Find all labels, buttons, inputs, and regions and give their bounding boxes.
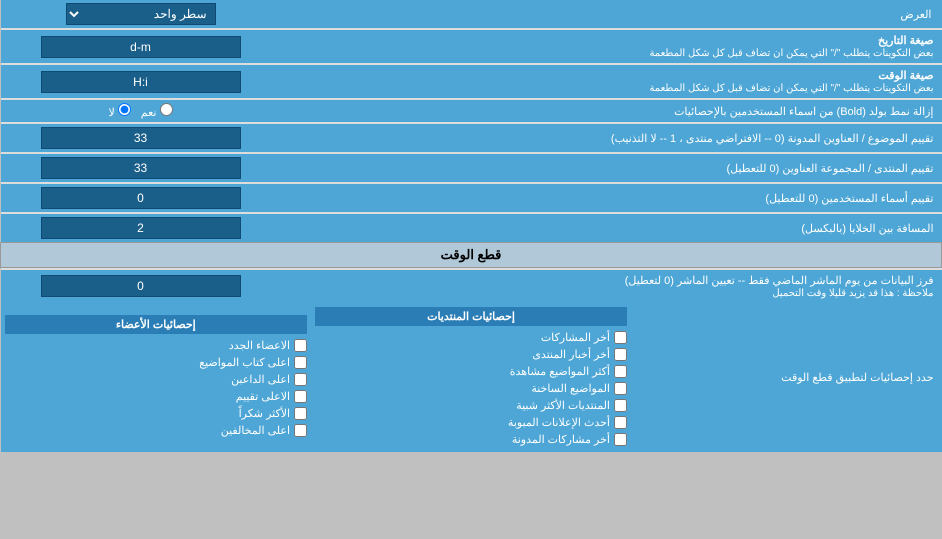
cb-posts-5[interactable] (614, 399, 627, 412)
cb-members-5[interactable] (294, 407, 307, 420)
forum-order-label: تقييم المنتدى / المجموعة العناوين (0 للت… (281, 154, 942, 182)
date-format-label: صيغة التاريخ بعض التكوينات يتطلب "/" الت… (281, 30, 942, 63)
topic-order-input-cell: 33 (1, 124, 281, 152)
user-order-input[interactable]: 0 (41, 187, 241, 209)
forum-order-input-cell: 33 (1, 154, 281, 182)
checkbox-posts-1: أخر المشاركات (315, 329, 627, 346)
cb-posts-3[interactable] (614, 365, 627, 378)
cb-posts-4[interactable] (614, 382, 627, 395)
stats-posts-header: إحصائيات المنتديات (315, 307, 627, 326)
radio-yes-label: نعم (141, 103, 173, 119)
stats-members-header: إحصائيات الأعضاء (5, 315, 308, 334)
cb-posts-7[interactable] (614, 433, 627, 446)
cb-posts-6[interactable] (614, 416, 627, 429)
topic-order-label: تقييم الموضوع / العناوين المدونة (0 -- ا… (281, 124, 942, 152)
checkbox-posts-4: المواضيع الساخنة (315, 380, 627, 397)
time-format-label: صيغة الوقت بعض التكوينات يتطلب "/" التي … (281, 65, 942, 98)
checkbox-posts-3: أكثر المواضيع مشاهدة (315, 363, 627, 380)
radio-no[interactable] (118, 103, 131, 116)
checkbox-posts-6: أحدث الإعلانات المبوبة (315, 414, 627, 431)
cb-members-3[interactable] (294, 373, 307, 386)
radio-no-label: لا (108, 103, 130, 119)
cutoff-value-input-cell: 0 (1, 270, 281, 303)
checkbox-members-3: اعلى الداعبن (5, 371, 308, 388)
user-order-label: تقييم أسماء المستخدمين (0 للتعطيل) (281, 184, 942, 212)
bold-remove-label: إزالة نمط بولد (Bold) من اسماء المستخدمي… (281, 100, 942, 122)
checkbox-members-2: اعلى كتاب المواضيع (5, 354, 308, 371)
checkbox-members-5: الأكثر شكراً (5, 405, 308, 422)
cb-members-1[interactable] (294, 339, 307, 352)
topic-order-input[interactable]: 33 (41, 127, 241, 149)
user-order-input-cell: 0 (1, 184, 281, 212)
cell-spacing-input-cell: 2 (1, 214, 281, 243)
date-format-input[interactable]: d-m (41, 36, 241, 58)
forum-order-input[interactable]: 33 (41, 157, 241, 179)
cb-posts-1[interactable] (614, 331, 627, 344)
stats-posts-col: إحصائيات المنتديات أخر المشاركات أخر أخب… (311, 303, 631, 452)
checkbox-members-6: اعلى المخالفين (5, 422, 308, 439)
cutoff-value-label: فرز البيانات من يوم الماشر الماضي فقط --… (281, 270, 942, 303)
checkbox-members-1: الاعضاء الجدد (5, 337, 308, 354)
cell-spacing-input[interactable]: 2 (41, 217, 241, 239)
row-select[interactable]: سطر واحد (66, 3, 216, 25)
section-title: العرض (281, 0, 942, 28)
cb-posts-2[interactable] (614, 348, 627, 361)
cutoff-value-input[interactable]: 0 (41, 275, 241, 297)
cb-members-4[interactable] (294, 390, 307, 403)
radio-yes[interactable] (160, 103, 173, 116)
bold-remove-radio-cell: نعم لا (1, 100, 281, 122)
cb-members-6[interactable] (294, 424, 307, 437)
cb-members-2[interactable] (294, 356, 307, 369)
checkbox-posts-7: أخر مشاركات المدونة (315, 431, 627, 448)
date-format-input-cell: d-m (1, 30, 281, 63)
checkbox-posts-5: المنتديات الأكثر شبية (315, 397, 627, 414)
stats-limit-label: حدد إحصائيات لتطبيق قطع الوقت (631, 303, 942, 452)
stats-members-col: إحصائيات الأعضاء الاعضاء الجدد اعلى كتاب… (1, 303, 312, 452)
cell-spacing-label: المسافة بين الخلايا (بالبكسل) (281, 214, 942, 243)
checkbox-posts-2: أخر أخبار المنتدى (315, 346, 627, 363)
time-format-input-cell: H:i (1, 65, 281, 98)
checkbox-members-4: الاعلى تقييم (5, 388, 308, 405)
cutoff-section-header: قطع الوقت (1, 243, 942, 268)
time-format-input[interactable]: H:i (41, 71, 241, 93)
